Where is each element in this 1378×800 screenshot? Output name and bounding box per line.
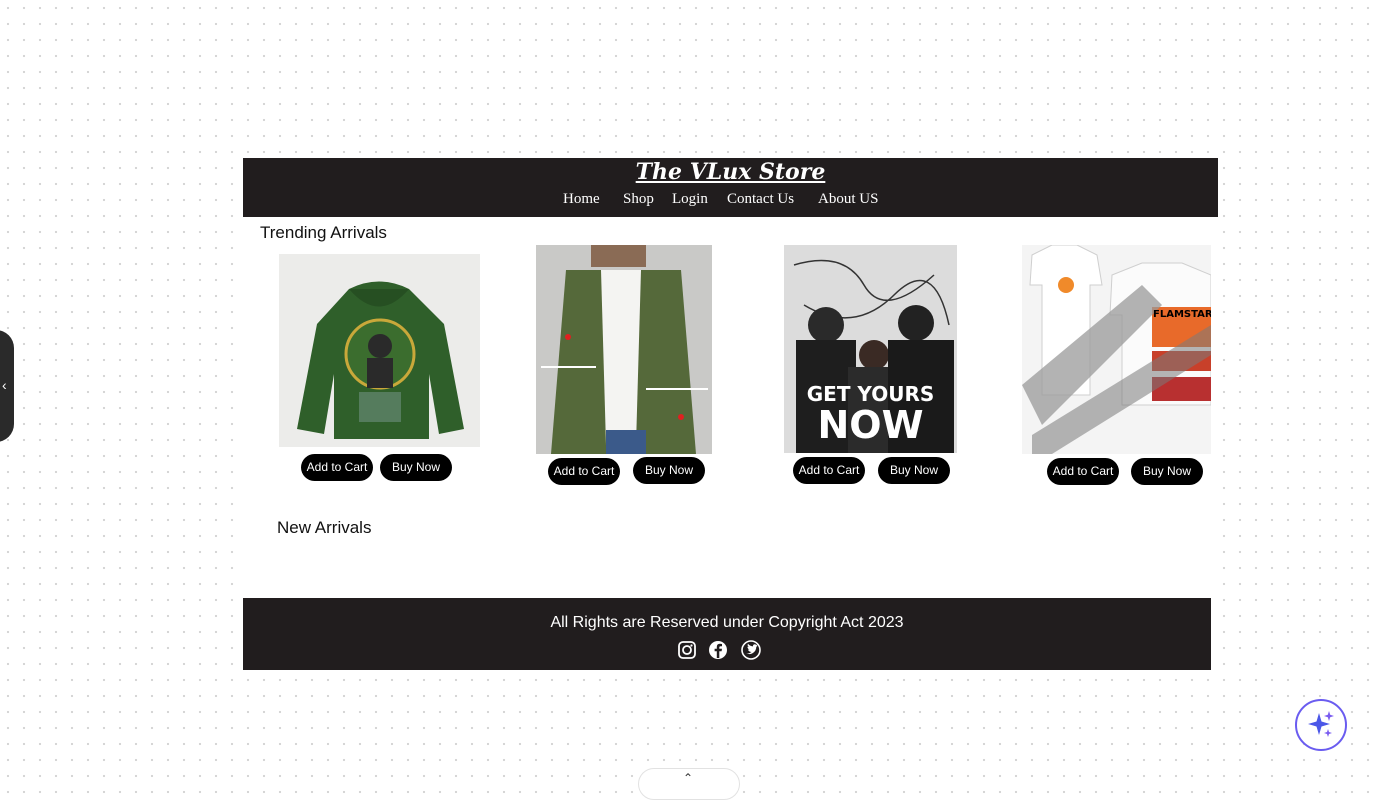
buy-now-button[interactable]: Buy Now [633, 457, 705, 484]
site-footer: All Rights are Reserved under Copyright … [243, 598, 1211, 670]
nav-contact-us[interactable]: Contact Us [727, 191, 794, 208]
nav-login[interactable]: Login [672, 191, 708, 208]
poster-text: GET YOURS [806, 382, 935, 406]
buy-now-button[interactable]: Buy Now [1131, 458, 1203, 485]
trending-arrivals-heading: Trending Arrivals [260, 223, 387, 242]
ai-assistant-button[interactable] [1295, 699, 1347, 751]
chevron-left-icon: ‹ [2, 377, 7, 393]
main-nav: Home Shop Login Contact Us About US [243, 191, 1218, 211]
instagram-icon[interactable] [676, 639, 698, 661]
store-title: The VLux Store [635, 159, 826, 185]
get-yours-now-poster-image[interactable]: GET YOURS NOW [784, 245, 957, 453]
add-to-cart-button[interactable]: Add to Cart [301, 454, 373, 481]
nav-home[interactable]: Home [563, 191, 600, 208]
product-card: GET YOURS NOW Add to Cart Buy Now [784, 245, 958, 485]
product-card: FLAMSTAR Add to Cart Buy Now [1022, 245, 1212, 485]
new-arrivals-heading: New Arrivals [277, 518, 372, 537]
flamstar-tshirt-image[interactable]: FLAMSTAR [1022, 245, 1211, 454]
buy-now-button[interactable]: Buy Now [380, 454, 452, 481]
store-page: The VLux Store Home Shop Login Contact U… [243, 158, 1218, 670]
add-to-cart-button[interactable]: Add to Cart [793, 457, 865, 484]
add-to-cart-button[interactable]: Add to Cart [548, 458, 620, 485]
bottom-panel-toggle[interactable]: ⌃ [638, 768, 740, 800]
green-shirt-model-image[interactable] [536, 245, 712, 454]
facebook-icon[interactable] [707, 639, 729, 661]
poster-text: NOW [817, 403, 924, 447]
twitter-icon[interactable] [740, 639, 762, 661]
side-panel-toggle[interactable]: ‹ [0, 330, 14, 442]
buy-now-button[interactable]: Buy Now [878, 457, 950, 484]
product-card: Add to Cart Buy Now [536, 245, 712, 485]
add-to-cart-button[interactable]: Add to Cart [1047, 458, 1119, 485]
nav-shop[interactable]: Shop [623, 191, 654, 208]
nav-about-us[interactable]: About US [818, 191, 878, 208]
product-card: Add to Cart Buy Now [279, 254, 480, 484]
site-header: The VLux Store Home Shop Login Contact U… [243, 158, 1218, 217]
copyright-text: All Rights are Reserved under Copyright … [550, 614, 904, 631]
poster-text: FLAMSTAR [1153, 309, 1211, 320]
green-hoodie-image[interactable] [279, 254, 480, 447]
sparkle-icon [1308, 711, 1334, 737]
